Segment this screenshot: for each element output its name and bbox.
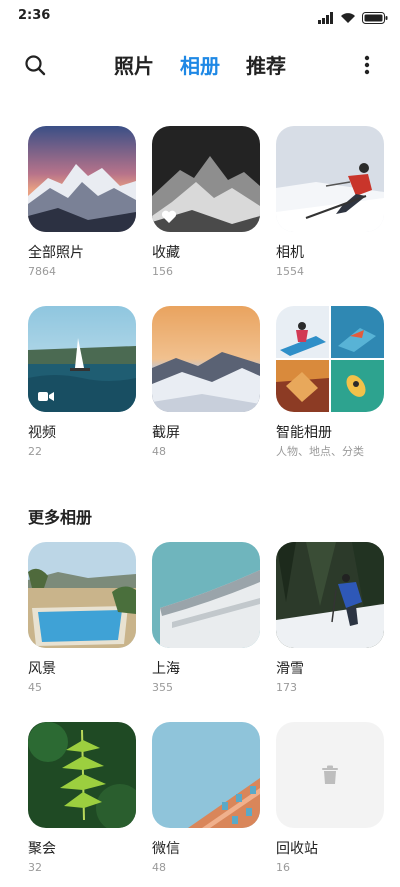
- album-camera[interactable]: 相机 1554: [276, 126, 384, 279]
- tab-recommend[interactable]: 推荐: [246, 44, 286, 88]
- album-thumbnail: [28, 126, 136, 232]
- album-count: 156: [152, 265, 173, 278]
- album-thumbnail: [152, 126, 260, 232]
- heart-icon: [161, 210, 177, 224]
- album-thumbnail: [28, 722, 136, 828]
- album-count: 45: [28, 681, 42, 694]
- album-name: 微信: [152, 841, 180, 857]
- status-icons: [318, 9, 388, 28]
- album-name: 上海: [152, 661, 180, 677]
- album-count: 32: [28, 861, 42, 874]
- album-row: 聚会 32 微信 48 回收站 16: [28, 722, 384, 875]
- album-thumbnail: [276, 306, 384, 412]
- signal-icon: [318, 9, 334, 28]
- album-shanghai[interactable]: 上海 355: [152, 542, 260, 695]
- album-count: 48: [152, 861, 166, 874]
- album-thumbnail: [276, 722, 384, 828]
- album-thumbnail: [276, 542, 384, 648]
- album-name: 相机: [276, 245, 304, 261]
- album-name: 收藏: [152, 245, 180, 261]
- album-row: 全部照片 7864 收藏 156 相机 1554: [28, 126, 384, 279]
- more-options-button[interactable]: [352, 52, 382, 82]
- album-name: 全部照片: [28, 245, 84, 261]
- album-trash[interactable]: 回收站 16: [276, 722, 384, 875]
- album-party[interactable]: 聚会 32: [28, 722, 136, 875]
- album-thumbnail: [28, 542, 136, 648]
- album-count: 48: [152, 445, 166, 458]
- album-count: 人物、地点、分类: [276, 445, 364, 458]
- tab-photos[interactable]: 照片: [114, 44, 154, 88]
- album-name: 智能相册: [276, 425, 332, 441]
- album-smart[interactable]: 智能相册 人物、地点、分类: [276, 306, 384, 459]
- tab-albums[interactable]: 相册: [180, 44, 220, 88]
- album-count: 173: [276, 681, 297, 694]
- album-landscape[interactable]: 风景 45: [28, 542, 136, 695]
- battery-icon: [362, 9, 388, 28]
- album-wechat[interactable]: 微信 48: [152, 722, 260, 875]
- album-count: 16: [276, 861, 290, 874]
- album-name: 视频: [28, 425, 56, 441]
- album-count: 7864: [28, 265, 56, 278]
- album-favorites[interactable]: 收藏 156: [152, 126, 260, 279]
- album-name: 滑雪: [276, 661, 304, 677]
- album-thumbnail: [152, 722, 260, 828]
- video-camera-icon: [38, 391, 54, 402]
- album-name: 回收站: [276, 841, 318, 857]
- album-count: 1554: [276, 265, 304, 278]
- album-count: 355: [152, 681, 173, 694]
- trash-icon: [321, 765, 339, 785]
- album-skiing[interactable]: 滑雪 173: [276, 542, 384, 695]
- album-name: 聚会: [28, 841, 56, 857]
- status-bar: 2:36: [0, 0, 400, 32]
- section-title-more-albums: 更多相册: [28, 508, 93, 527]
- album-thumbnail: [276, 126, 384, 232]
- wifi-icon: [340, 9, 356, 28]
- header: 照片 相册 推荐: [0, 44, 400, 88]
- more-vertical-icon: [364, 55, 370, 79]
- tab-bar: 照片 相册 推荐: [0, 44, 400, 88]
- album-thumbnail: [152, 542, 260, 648]
- album-name: 风景: [28, 661, 56, 677]
- album-all-photos[interactable]: 全部照片 7864: [28, 126, 136, 279]
- album-thumbnail: [28, 306, 136, 412]
- album-screenshots[interactable]: 截屏 48: [152, 306, 260, 459]
- album-row: 风景 45 上海 355 滑雪 173: [28, 542, 384, 695]
- album-videos[interactable]: 视频 22: [28, 306, 136, 459]
- album-row: 视频 22 截屏 48 智能相册 人物、地点、分类: [28, 306, 384, 459]
- album-name: 截屏: [152, 425, 180, 441]
- search-button[interactable]: [20, 52, 50, 82]
- search-icon: [24, 54, 46, 80]
- status-time: 2:36: [18, 8, 51, 23]
- album-thumbnail: [152, 306, 260, 412]
- album-count: 22: [28, 445, 42, 458]
